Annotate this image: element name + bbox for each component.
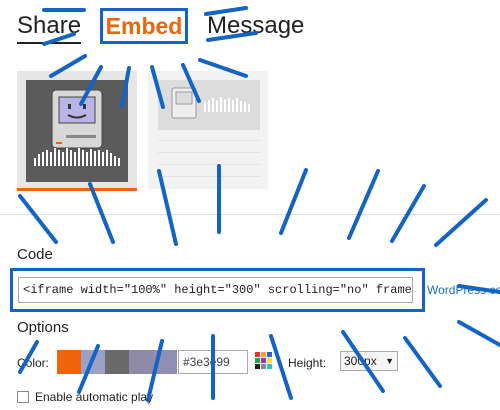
annotation-overlay bbox=[18, 6, 500, 402]
